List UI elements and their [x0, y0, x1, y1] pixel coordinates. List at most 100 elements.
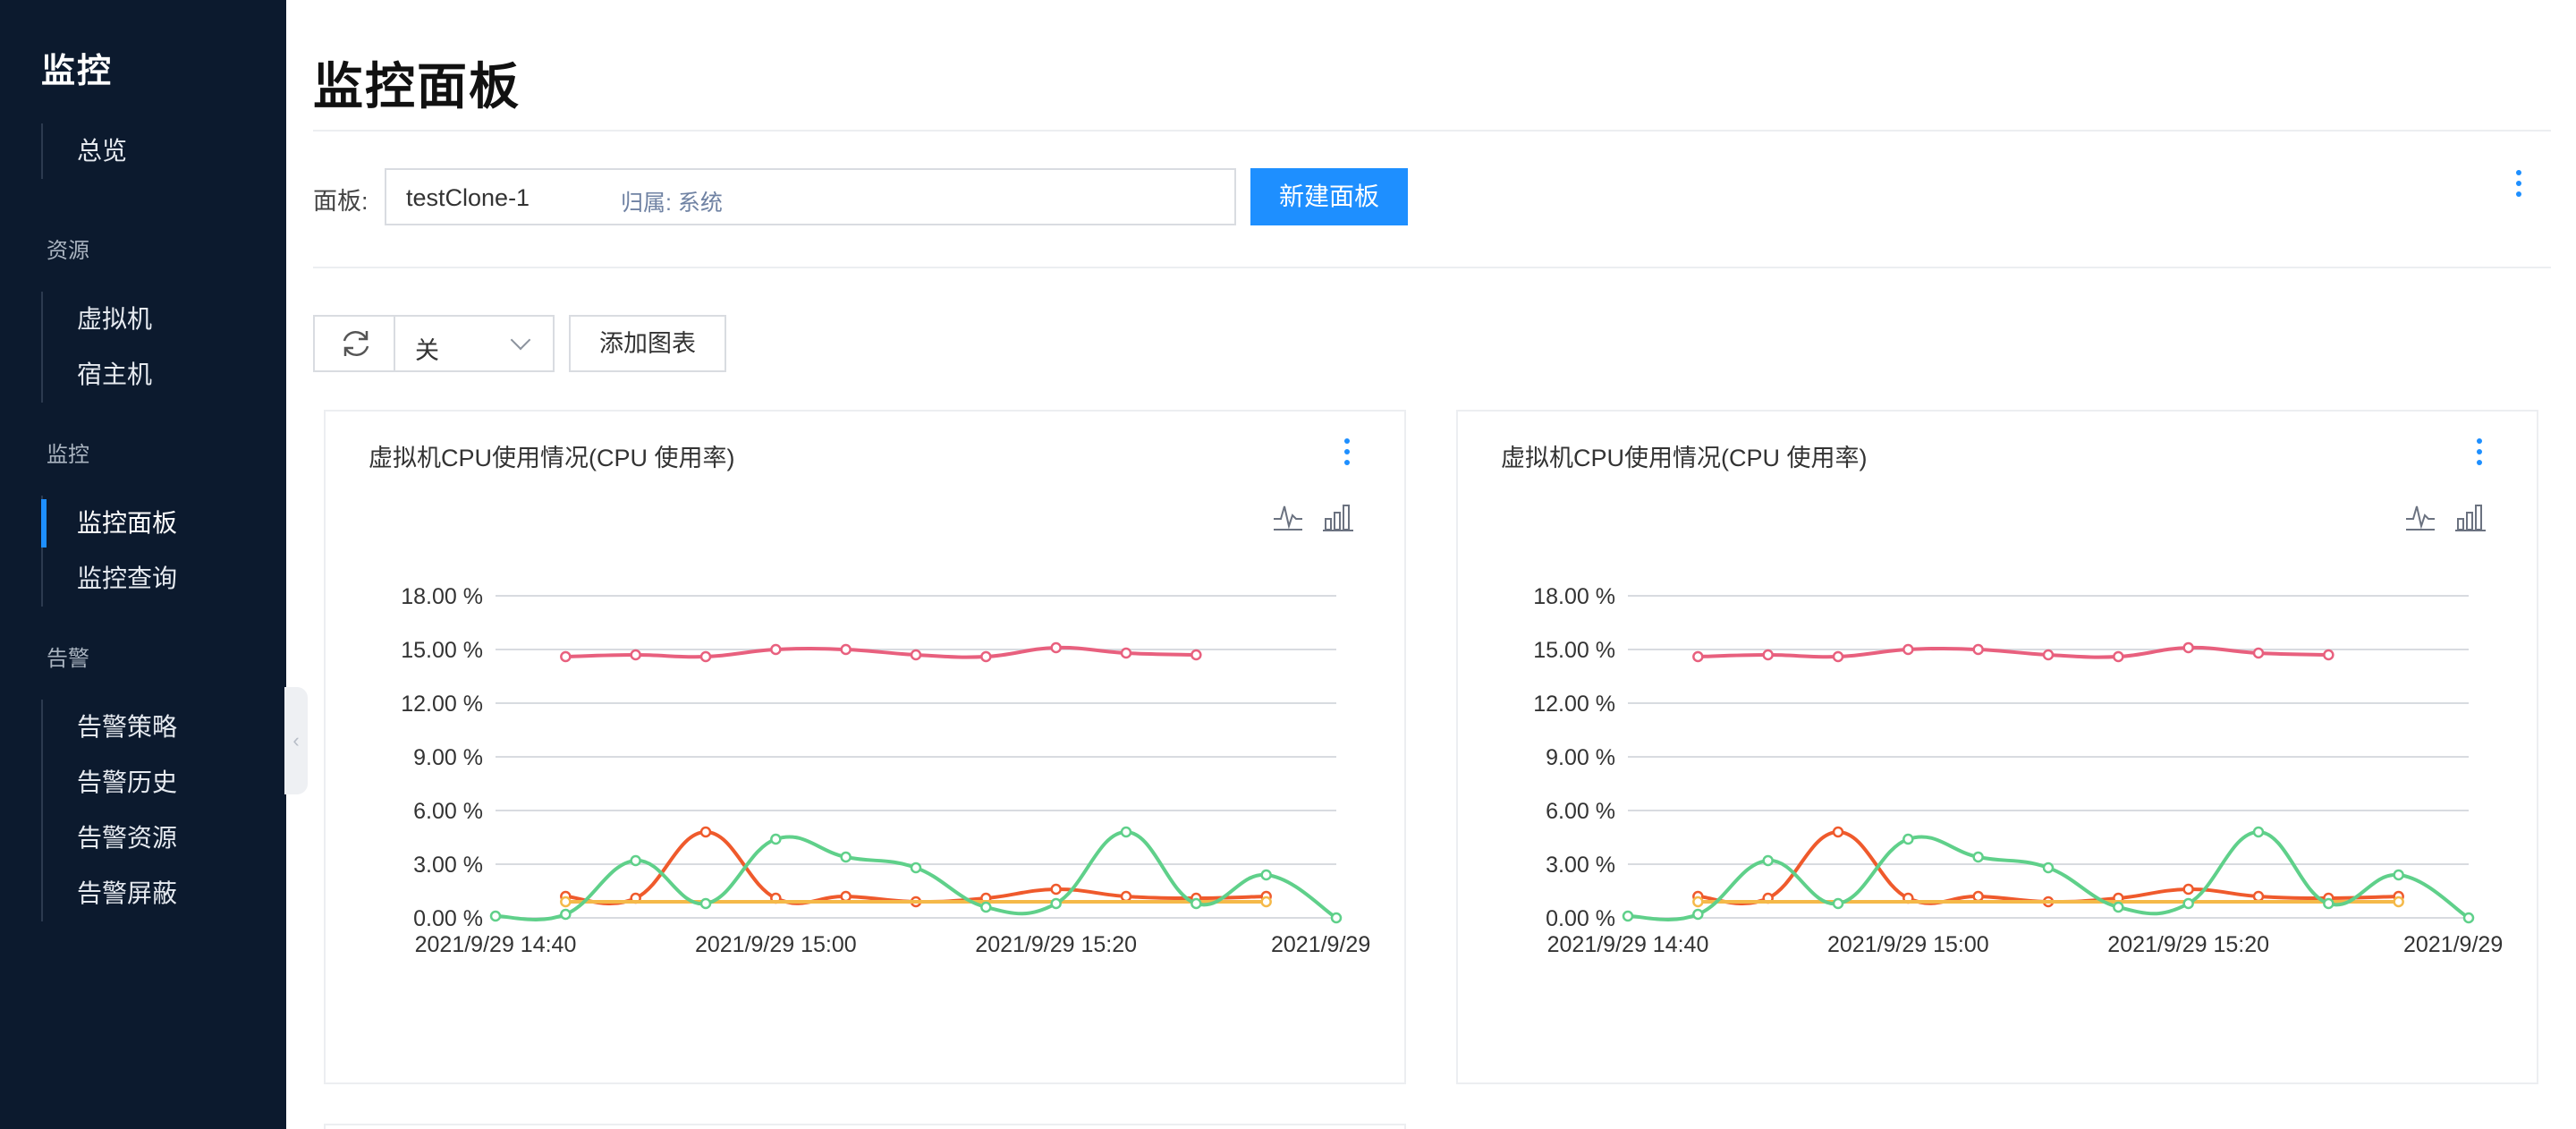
data-point — [1622, 910, 1634, 922]
divider — [313, 130, 2551, 132]
data-point — [560, 908, 572, 921]
data-point — [560, 896, 572, 908]
data-point — [2042, 649, 2055, 661]
refresh-icon — [343, 330, 369, 357]
sidebar-item-overview[interactable]: 总览 — [43, 123, 127, 179]
x-tick-label: 2021/9/29 15:20 — [975, 932, 1137, 957]
x-tick-label: 2021/9/29 15 — [2403, 932, 2504, 957]
chevron-down-icon — [510, 329, 531, 351]
sidebar-item-dashboard[interactable]: 监控面板 — [40, 496, 177, 551]
data-point — [980, 650, 992, 663]
sidebar-item-alert-policy[interactable]: 告警策略 — [43, 700, 177, 755]
data-point — [1050, 883, 1062, 896]
line-chart: 18.00 % 15.00 % 12.00 % 9.00 % 6.00 % 3.00 % 0… — [1533, 584, 2504, 957]
refresh-interval-select[interactable]: 关 — [394, 315, 555, 372]
line-chart-icon[interactable] — [2404, 501, 2436, 533]
page-title: 监控面板 — [313, 58, 521, 115]
more-vertical-icon[interactable] — [2513, 168, 2524, 200]
y-tick-label: 3.00 % — [1546, 853, 1615, 878]
data-point — [1692, 908, 1704, 921]
sidebar: 监控 总览 资源 虚拟机 宿主机 监控 监控面板 监控查询 告警 告警策略 告警… — [0, 0, 286, 1129]
line-chart-icon[interactable] — [1272, 501, 1304, 533]
data-point — [560, 650, 572, 663]
sidebar-section-resources: 资源 — [47, 239, 89, 263]
data-point — [2252, 647, 2265, 659]
more-vertical-icon[interactable] — [1342, 437, 1352, 469]
y-tick-label: 18.00 % — [1533, 584, 1615, 609]
chart-card-next — [324, 1124, 1406, 1129]
data-point — [1260, 869, 1272, 881]
refresh-interval-value: 关 — [415, 337, 439, 364]
data-point — [1330, 912, 1343, 924]
data-point — [1120, 890, 1132, 903]
y-tick-label: 15.00 % — [401, 638, 483, 663]
data-point — [1902, 833, 1914, 845]
sidebar-item-alert-resources[interactable]: 告警资源 — [43, 811, 177, 866]
new-panel-button[interactable]: 新建面板 — [1250, 168, 1408, 225]
data-point — [1972, 890, 1984, 903]
data-point — [2393, 896, 2404, 908]
x-tick-label: 2021/9/29 15:20 — [2107, 932, 2269, 957]
y-tick-label: 9.00 % — [413, 745, 483, 770]
data-point — [699, 826, 712, 838]
data-point — [489, 910, 502, 922]
sidebar-item-vm[interactable]: 虚拟机 — [43, 292, 152, 347]
divider — [313, 267, 2551, 268]
data-point — [1260, 896, 1272, 908]
data-point — [2393, 869, 2404, 881]
y-tick-label: 3.00 % — [413, 853, 483, 878]
sidebar-item-alert-silence[interactable]: 告警屏蔽 — [43, 866, 177, 921]
x-tick-label: 2021/9/29 14:40 — [1547, 932, 1709, 957]
chart-title: 虚拟机CPU使用情况(CPU 使用率) — [1501, 445, 1868, 471]
data-point — [2182, 897, 2194, 910]
sidebar-group-overview: 总览 — [41, 123, 127, 179]
data-point — [2042, 862, 2055, 874]
main-content: 监控面板 面板: testClone-1 归属: 系统 新建面板 关 添加图表 … — [313, 0, 2576, 1129]
sidebar-section-monitor: 监控 — [47, 443, 89, 467]
x-tick-label: 2021/9/29 15:00 — [1827, 932, 1989, 957]
data-point — [1832, 897, 1844, 910]
data-point — [1902, 643, 1914, 656]
panel-select-value: testClone-1 — [406, 184, 530, 211]
data-point — [840, 643, 852, 656]
panel-label: 面板: — [313, 188, 369, 215]
data-point — [2323, 897, 2334, 910]
data-point — [2462, 912, 2475, 924]
data-point — [630, 854, 641, 867]
y-tick-label: 12.00 % — [401, 692, 483, 717]
add-chart-button[interactable]: 添加图表 — [569, 315, 726, 372]
chart-card: 虚拟机CPU使用情况(CPU 使用率) 18.00 % 15.00 % 12.00 … — [324, 410, 1406, 1084]
data-point — [630, 649, 641, 661]
y-tick-label: 18.00 % — [401, 584, 483, 609]
chart-card: 虚拟机CPU使用情况(CPU 使用率) 18.00 % 15.00 % 12.00 … — [1456, 410, 2538, 1084]
refresh-button[interactable] — [313, 315, 395, 372]
sidebar-section-alerts: 告警 — [47, 647, 89, 671]
collapse-left-icon[interactable]: ‹ — [284, 687, 308, 794]
data-point — [770, 833, 782, 845]
bar-chart-icon[interactable] — [1322, 501, 1354, 533]
panel-select[interactable]: testClone-1 归属: 系统 — [385, 166, 1281, 225]
data-point — [840, 851, 852, 863]
data-point — [2252, 826, 2265, 838]
data-point — [980, 901, 992, 913]
data-point — [2323, 649, 2334, 661]
data-point — [1050, 897, 1062, 910]
data-point — [770, 643, 782, 656]
y-tick-label: 9.00 % — [1546, 745, 1615, 770]
data-point — [2182, 883, 2194, 896]
sidebar-group-monitor: 监控面板 监控查询 — [40, 496, 177, 607]
data-point — [1972, 851, 1984, 863]
more-vertical-icon[interactable] — [2474, 437, 2485, 469]
bar-chart-icon[interactable] — [2454, 501, 2487, 533]
data-point — [1832, 826, 1844, 838]
chart-title: 虚拟机CPU使用情况(CPU 使用率) — [369, 445, 735, 471]
sidebar-item-host[interactable]: 宿主机 — [43, 347, 152, 403]
line-chart: 18.00 % 15.00 % 12.00 % 9.00 % 6.00 % 3.00 % 0… — [401, 584, 1372, 957]
panel-owner: 归属: 系统 — [621, 191, 723, 216]
data-point — [840, 890, 852, 903]
sidebar-item-alert-history[interactable]: 告警历史 — [43, 755, 177, 811]
y-tick-label: 15.00 % — [1533, 638, 1615, 663]
sidebar-item-monitor-query[interactable]: 监控查询 — [43, 551, 177, 607]
y-tick-label: 6.00 % — [413, 799, 483, 824]
y-tick-label: 12.00 % — [1533, 692, 1615, 717]
